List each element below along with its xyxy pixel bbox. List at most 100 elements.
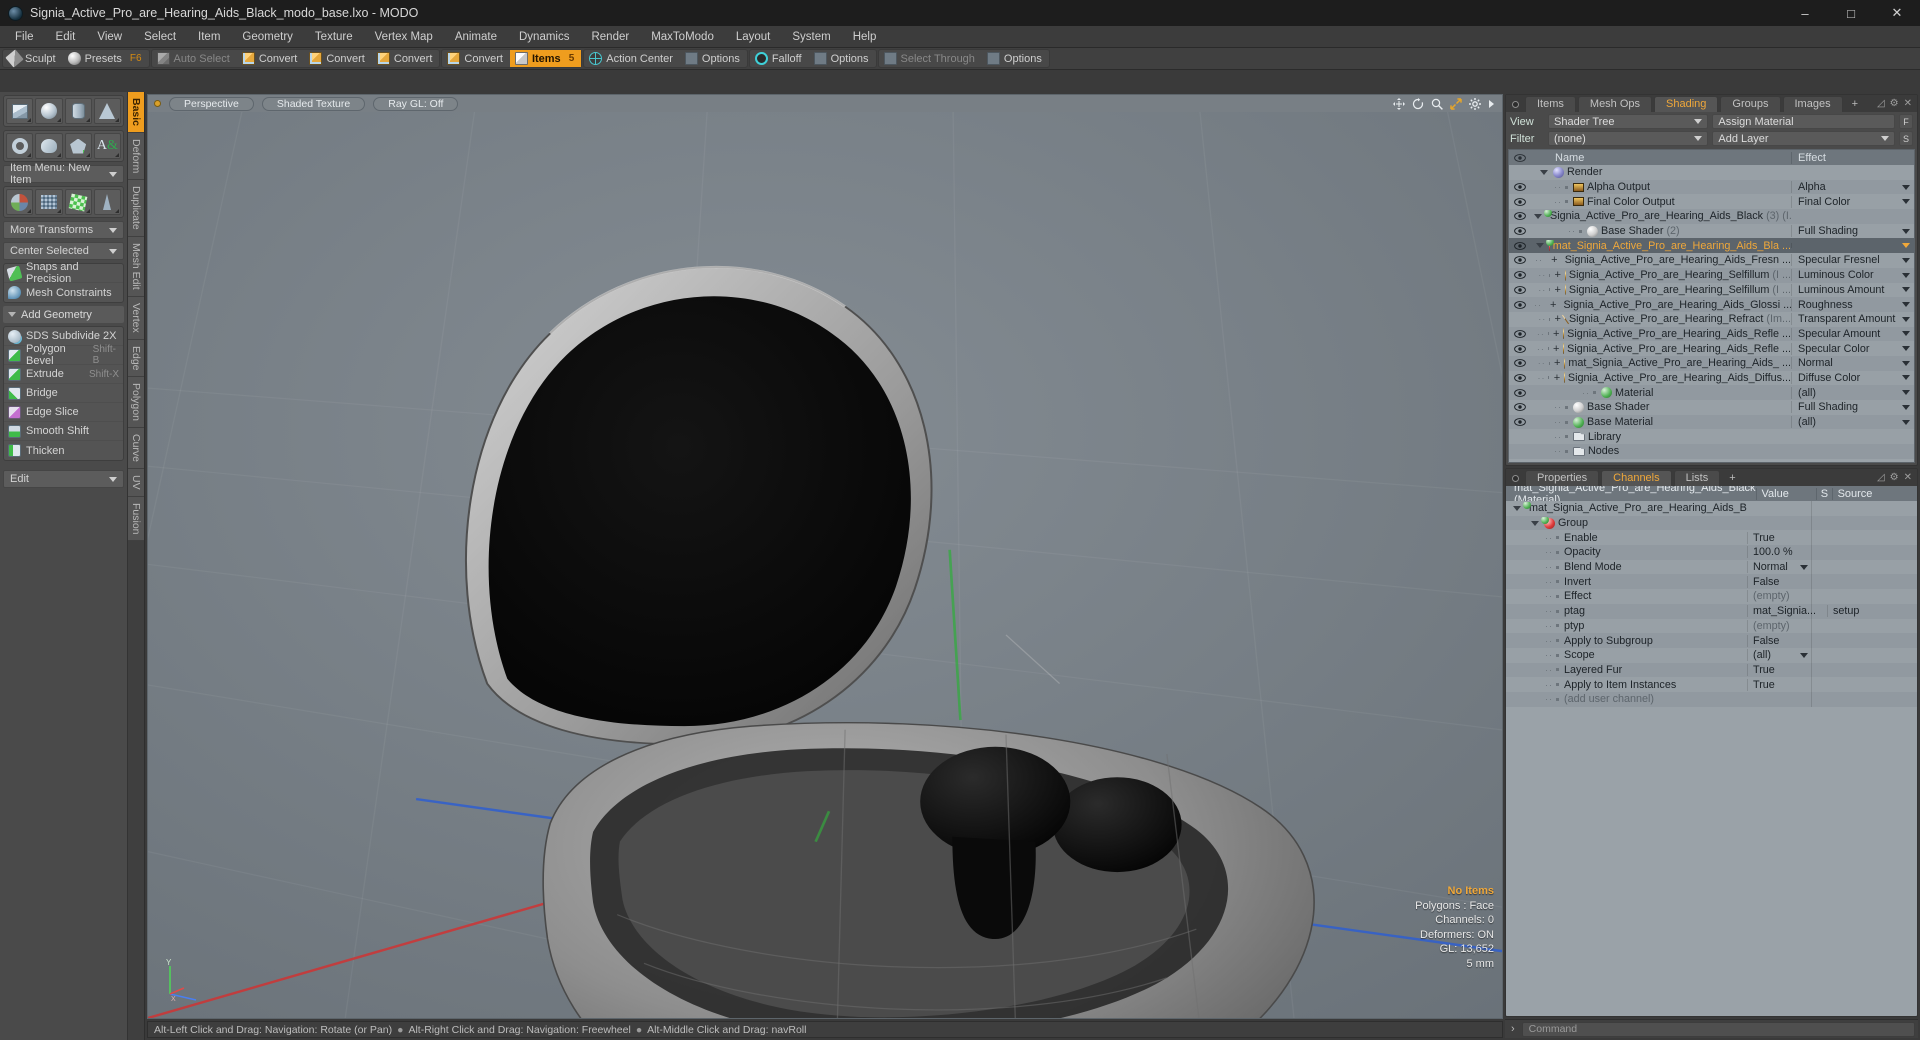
channel-value-cell[interactable]: True: [1747, 531, 1811, 544]
geometry-tool-smooth-shift[interactable]: Smooth Shift: [4, 422, 123, 441]
chevron-down-icon[interactable]: [1800, 652, 1808, 658]
geometry-tool-polygon-bevel[interactable]: Polygon Bevel Shift-B: [4, 343, 123, 367]
checker-map-button[interactable]: [64, 189, 92, 215]
shader-tree-row[interactable]: ·· + Signia_Active_Pro_are_Hearing_Aids_Gl…: [1509, 297, 1914, 312]
spiral-primitive-button[interactable]: [35, 133, 63, 159]
toolbar-action-center-button[interactable]: Action Center: [584, 50, 680, 67]
vertical-tab-basic[interactable]: Basic: [128, 92, 144, 134]
shader-effect-cell[interactable]: [1791, 243, 1914, 249]
expand-plus-icon[interactable]: +: [1553, 343, 1559, 355]
expand-plus-icon[interactable]: +: [1554, 372, 1560, 384]
tab-shading[interactable]: Shading: [1654, 96, 1719, 112]
shader-effect-cell[interactable]: Luminous Color: [1791, 269, 1914, 282]
shader-effect-cell[interactable]: Specular Color: [1791, 342, 1914, 355]
menu-item-help[interactable]: Help: [842, 28, 888, 46]
text-primitive-button[interactable]: A&: [93, 133, 121, 159]
visibility-toggle-icon[interactable]: [1509, 388, 1531, 397]
shader-effect-cell[interactable]: Full Shading: [1791, 401, 1914, 414]
gear-icon[interactable]: [1469, 97, 1481, 110]
viewport-shading-button[interactable]: Shaded Texture: [261, 96, 366, 111]
move-icon[interactable]: [1393, 97, 1405, 110]
menu-item-select[interactable]: Select: [133, 28, 187, 46]
menu-item-file[interactable]: File: [4, 28, 45, 46]
chevron-down-icon[interactable]: [1902, 272, 1910, 278]
visibility-toggle-icon[interactable]: [1509, 418, 1531, 426]
zoom-icon[interactable]: [1431, 98, 1443, 110]
vertical-tab-polygon[interactable]: Polygon: [128, 377, 144, 429]
menu-item-animate[interactable]: Animate: [444, 28, 508, 46]
menu-item-system[interactable]: System: [781, 28, 841, 46]
shader-tree-row[interactable]: ·· + Signia_Active_Pro_are_Hearing_Aids_Re…: [1509, 341, 1914, 356]
cone-primitive-button[interactable]: [93, 98, 121, 124]
shader-effect-cell[interactable]: Transparent Amount: [1791, 313, 1914, 326]
tool-snaps-and-precision[interactable]: Snaps and Precision: [4, 261, 123, 285]
toolbar-convert-button[interactable]: Convert: [442, 50, 510, 67]
shader-tree-row[interactable]: ·· + Signia_Active_Pro_are_Hearing_Aids_Re…: [1509, 326, 1914, 342]
menu-item-view[interactable]: View: [86, 28, 133, 46]
toolbar-auto-select-button[interactable]: Auto Select: [152, 50, 237, 67]
expand-plus-icon[interactable]: +: [1554, 357, 1560, 369]
edit-dropdown[interactable]: Edit: [3, 470, 124, 488]
channel-row[interactable]: ·· Opacity 100.0 %: [1506, 545, 1917, 560]
shader-tree-row[interactable]: Signia_Active_Pro_are_Hearing_Aids_Black…: [1509, 209, 1914, 224]
visibility-toggle-icon[interactable]: [1509, 359, 1531, 368]
viewport-view-button[interactable]: Perspective: [169, 96, 254, 111]
visibility-toggle-icon[interactable]: [1509, 330, 1531, 338]
chevron-down-icon[interactable]: [1902, 199, 1910, 205]
panel-gear-icon[interactable]: ⚙: [1890, 472, 1899, 483]
geometry-tool-bridge[interactable]: Bridge: [4, 384, 123, 403]
add-layer-dropdown[interactable]: Add Layer: [1712, 131, 1895, 146]
polygon-primitive-button[interactable]: [64, 133, 92, 159]
panel-close-icon[interactable]: ✕: [1904, 472, 1912, 483]
vertical-tab-deform[interactable]: Deform: [128, 133, 144, 181]
shader-effect-cell[interactable]: Luminous Amount: [1791, 283, 1914, 296]
taper-tool-button[interactable]: [93, 189, 121, 215]
chevron-down-icon[interactable]: [1902, 390, 1910, 396]
channel-row[interactable]: ·· Apply to Subgroup False: [1506, 633, 1917, 648]
shader-tree-row[interactable]: ·· Material (all): [1509, 385, 1914, 400]
chevron-down-icon[interactable]: [1902, 375, 1910, 381]
channel-value-cell[interactable]: (all): [1747, 649, 1811, 662]
tool-mesh-constraints[interactable]: Mesh Constraints: [4, 283, 123, 302]
vertical-tab-fusion[interactable]: Fusion: [128, 496, 144, 542]
chevron-down-icon[interactable]: [1902, 316, 1910, 322]
center-selected-dropdown[interactable]: Center Selected: [3, 242, 124, 260]
toolbar-select-through-button[interactable]: Select Through: [879, 50, 982, 67]
vertical-tab-curve[interactable]: Curve: [128, 428, 144, 470]
shader-effect-cell[interactable]: Roughness: [1791, 298, 1914, 311]
tab-images[interactable]: Images: [1782, 96, 1843, 112]
tab-add-button[interactable]: +: [1845, 97, 1865, 112]
vertical-tab-vertex[interactable]: Vertex: [128, 296, 144, 340]
filter-dropdown[interactable]: (none): [1548, 131, 1709, 146]
transform-gizmo-button[interactable]: [6, 189, 34, 215]
maximize-button[interactable]: □: [1828, 0, 1874, 26]
geometry-tool-edge-slice[interactable]: Edge Slice: [4, 403, 123, 422]
channel-value-cell[interactable]: (empty): [1747, 619, 1811, 632]
expand-plus-icon[interactable]: +: [1555, 269, 1561, 281]
menu-item-geometry[interactable]: Geometry: [231, 28, 304, 46]
tab-channels[interactable]: Channels: [1601, 470, 1672, 486]
expand-panel-icon[interactable]: ◿: [1877, 98, 1885, 109]
channel-value-cell[interactable]: (empty): [1747, 590, 1811, 603]
shader-tree-row[interactable]: ·· Nodes: [1509, 444, 1914, 459]
expand-panel-icon[interactable]: ◿: [1877, 472, 1885, 483]
chevron-down-icon[interactable]: [1902, 243, 1910, 249]
visibility-toggle-icon[interactable]: [1509, 212, 1531, 221]
chevron-down-icon[interactable]: [1902, 257, 1910, 263]
channel-value-cell[interactable]: 100.0 %: [1747, 546, 1811, 559]
shader-tree-row[interactable]: mat_Signia_Active_Pro_are_Hearing_Aids_B…: [1509, 238, 1914, 254]
expand-plus-icon[interactable]: +: [1555, 313, 1561, 325]
expand-triangle-icon[interactable]: [1513, 505, 1521, 511]
chevron-down-icon[interactable]: [1902, 360, 1910, 366]
tab-lists[interactable]: Lists: [1673, 470, 1721, 486]
panel-menu-dot[interactable]: [1512, 101, 1519, 108]
visibility-toggle-icon[interactable]: [1509, 271, 1531, 280]
shader-effect-cell[interactable]: Full Shading: [1791, 225, 1914, 238]
geometry-tool-extrude[interactable]: Extrude Shift-X: [4, 365, 123, 384]
tab-groups[interactable]: Groups: [1720, 96, 1781, 112]
visibility-toggle-icon[interactable]: [1509, 197, 1531, 206]
geometry-tool-thicken[interactable]: Thicken: [4, 441, 123, 460]
channel-value-cell[interactable]: False: [1747, 634, 1811, 647]
chevron-down-icon[interactable]: [1902, 228, 1910, 234]
shader-effect-cell[interactable]: Diffuse Color: [1791, 371, 1914, 384]
